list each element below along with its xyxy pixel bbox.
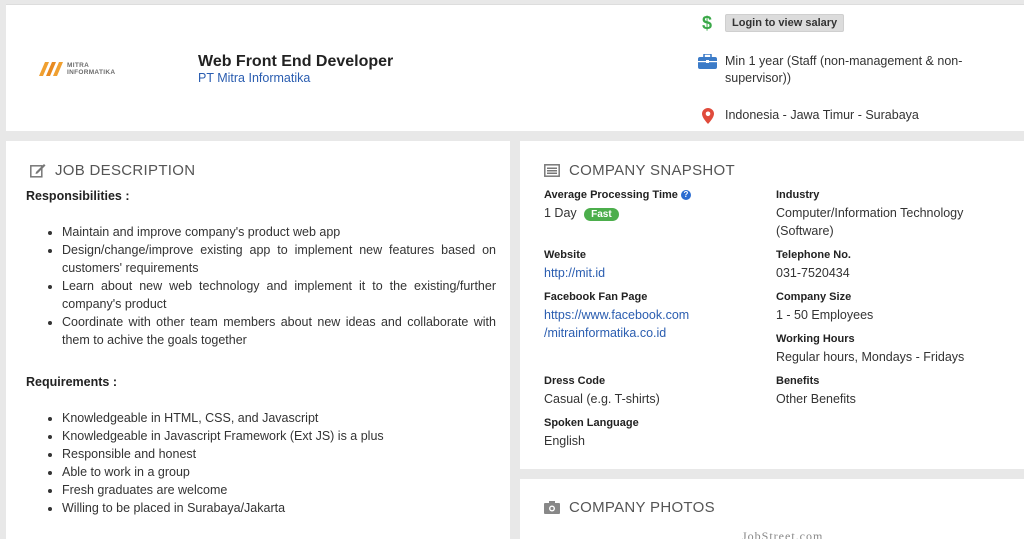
avg-processing-label: Average Processing Time <box>544 189 678 201</box>
company-photos-panel: COMPANY PHOTOS JobStreet.com <box>520 479 1024 539</box>
facebook-label: Facebook Fan Page <box>544 291 648 303</box>
company-snapshot-panel: COMPANY SNAPSHOT Average Processing Time… <box>520 141 1024 469</box>
dress-code: Dress Code Casual (e.g. T-shirts) <box>544 375 774 408</box>
avg-processing-time: Average Processing Time ? 1 Day Fast <box>544 189 774 224</box>
company-size: Company Size 1 - 50 Employees <box>776 291 1006 324</box>
login-to-view-salary-button[interactable]: Login to view salary <box>725 14 845 32</box>
website-link[interactable]: http://mit.id <box>544 266 605 280</box>
list-item: Able to work in a group <box>62 463 496 481</box>
experience-row: Min 1 year (Staff (non-management & non-… <box>698 53 985 87</box>
job-title: Web Front End Developer <box>198 53 394 70</box>
company-size-label: Company Size <box>776 291 852 303</box>
list-item: Coordinate with other team members about… <box>62 313 496 349</box>
company-name-link[interactable]: PT Mitra Informatika <box>198 71 310 85</box>
list-item: Maintain and improve company's product w… <box>62 223 496 241</box>
website-label: Website <box>544 249 586 261</box>
dress-code-label: Dress Code <box>544 375 606 387</box>
list-item: Learn about new web technology and imple… <box>62 277 496 313</box>
telephone-value: 031-7520434 <box>776 266 850 280</box>
dress-code-value: Casual (e.g. T-shirts) <box>544 392 660 406</box>
list-icon <box>544 164 560 177</box>
location-row: Indonesia - Jawa Timur - Surabaya <box>698 107 919 124</box>
responsibilities-title: Responsibilities : <box>26 189 130 203</box>
experience-text: Min 1 year (Staff (non-management & non-… <box>725 54 963 85</box>
benefits-label: Benefits <box>776 375 820 387</box>
company-photos-heading: COMPANY PHOTOS <box>544 499 715 516</box>
company-snapshot-title: COMPANY SNAPSHOT <box>569 162 735 179</box>
facebook-fan-page: Facebook Fan Page https://www.facebook.c… <box>544 291 774 342</box>
job-description-title: JOB DESCRIPTION <box>55 162 196 179</box>
jobstreet-watermark: JobStreet.com <box>742 529 824 539</box>
industry-label: Industry <box>776 189 820 201</box>
company-photos-title: COMPANY PHOTOS <box>569 499 715 516</box>
company-logo-mark <box>39 62 63 76</box>
responsibilities-list: Maintain and improve company's product w… <box>26 223 496 349</box>
list-item: Fresh graduates are welcome <box>62 481 496 499</box>
list-item: Design/change/improve existing app to im… <box>62 241 496 277</box>
spoken-language-value: English <box>544 434 585 448</box>
briefcase-icon <box>698 53 717 70</box>
company-snapshot-heading: COMPANY SNAPSHOT <box>544 162 735 179</box>
requirements-title: Requirements : <box>26 375 117 389</box>
avg-processing-value: 1 Day <box>544 206 577 220</box>
list-item: Willing to be placed in Surabaya/Jakarta <box>62 499 496 517</box>
facebook-link[interactable]: https://www.facebook.com/mitrainformatik… <box>544 308 689 340</box>
working-hours-value: Regular hours, Mondays - Fridays <box>776 350 965 364</box>
camera-icon <box>544 501 560 514</box>
map-pin-icon <box>698 107 717 124</box>
website: Website http://mit.id <box>544 249 774 282</box>
working-hours-label: Working Hours <box>776 333 855 345</box>
requirements-list: Knowledgeable in HTML, CSS, and Javascri… <box>26 409 496 517</box>
benefits: Benefits Other Benefits <box>776 375 1006 408</box>
spoken-language-label: Spoken Language <box>544 417 639 429</box>
dollar-icon: $ <box>698 14 717 32</box>
company-logo-text: MITRA INFORMATIKA <box>67 62 116 76</box>
job-header-panel: MITRA INFORMATIKA Web Front End Develope… <box>6 4 1024 131</box>
industry: Industry Computer/Information Technology… <box>776 189 1012 240</box>
company-size-value: 1 - 50 Employees <box>776 308 874 322</box>
edit-icon <box>30 164 46 178</box>
company-logo[interactable]: MITRA INFORMATIKA <box>39 62 115 76</box>
salary-row: $ Login to view salary <box>698 14 845 32</box>
benefits-value: Other Benefits <box>776 392 856 406</box>
spoken-language: Spoken Language English <box>544 417 774 450</box>
job-description-heading: JOB DESCRIPTION <box>30 162 195 179</box>
list-item: Responsible and honest <box>62 445 496 463</box>
industry-value: Computer/Information Technology (Softwar… <box>776 206 964 238</box>
location-text: Indonesia - Jawa Timur - Surabaya <box>725 108 919 122</box>
job-description-panel: JOB DESCRIPTION Responsibilities : Maint… <box>6 141 510 539</box>
fast-badge: Fast <box>584 208 619 221</box>
telephone-label: Telephone No. <box>776 249 851 261</box>
svg-text:$: $ <box>702 14 712 32</box>
list-item: Knowledgeable in Javascript Framework (E… <box>62 427 496 445</box>
telephone: Telephone No. 031-7520434 <box>776 249 1006 282</box>
job-description-body: Responsibilities : Maintain and improve … <box>26 189 496 517</box>
help-icon[interactable]: ? <box>680 190 691 200</box>
working-hours: Working Hours Regular hours, Mondays - F… <box>776 333 1012 366</box>
list-item: Knowledgeable in HTML, CSS, and Javascri… <box>62 409 496 427</box>
